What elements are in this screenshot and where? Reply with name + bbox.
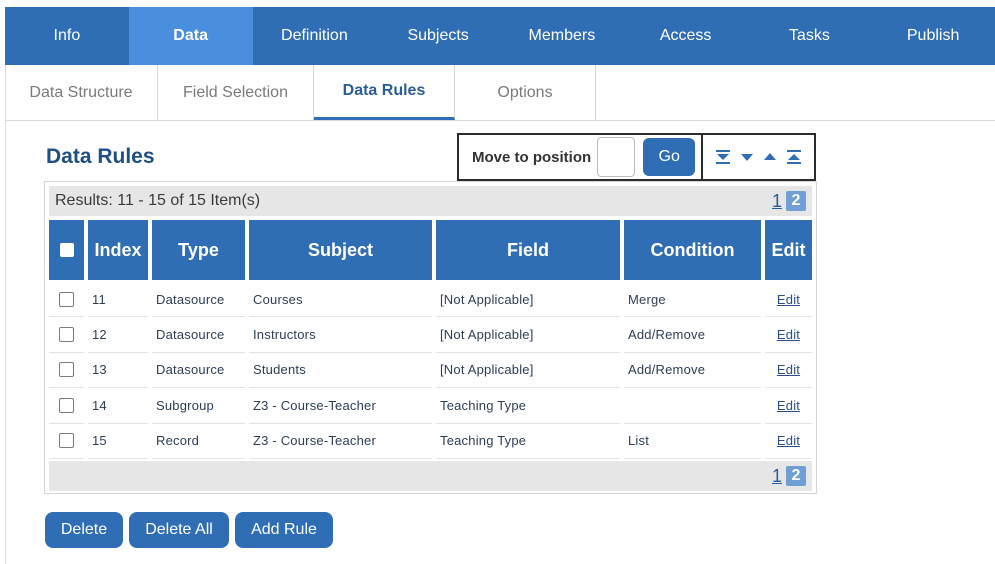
cell-subject: Z3 - Course-Teacher <box>249 388 432 424</box>
column-header-index[interactable]: Index <box>88 220 148 280</box>
reorder-controls <box>701 133 816 181</box>
cell-condition: Merge <box>624 282 761 318</box>
tab-subjects[interactable]: Subjects <box>376 7 500 65</box>
edit-link[interactable]: Edit <box>777 362 800 377</box>
position-input[interactable] <box>597 137 636 177</box>
cell-type: Datasource <box>152 353 245 389</box>
tab-info[interactable]: Info <box>5 7 129 65</box>
cell-index: 11 <box>88 282 148 318</box>
table-row: 15 Record Z3 - Course-Teacher Teaching T… <box>49 424 812 459</box>
cell-edit: Edit <box>765 388 812 424</box>
edit-link[interactable]: Edit <box>777 433 800 448</box>
delete-button[interactable]: Delete <box>45 512 123 548</box>
move-to-top-icon[interactable] <box>786 149 802 165</box>
cell-field: [Not Applicable] <box>436 317 620 353</box>
row-select-cell <box>49 317 84 353</box>
page-2-current[interactable]: 2 <box>786 191 806 211</box>
row-select-cell <box>49 353 84 389</box>
column-header-condition[interactable]: Condition <box>624 220 761 280</box>
subtab-field-selection[interactable]: Field Selection <box>158 65 314 120</box>
subtab-data-structure[interactable]: Data Structure <box>5 65 158 120</box>
cell-type: Record <box>152 424 245 459</box>
page-1-link[interactable]: 1 <box>772 191 782 212</box>
rules-table-panel: Results: 11 - 15 of 15 Item(s) 1 2 Index… <box>44 181 817 494</box>
cell-edit: Edit <box>765 353 812 389</box>
pager-top: 1 2 <box>772 191 806 212</box>
cell-edit: Edit <box>765 424 812 459</box>
row-select-cell <box>49 388 84 424</box>
cell-edit: Edit <box>765 282 812 318</box>
table-header: Index Type Subject Field Condition Edit <box>49 220 812 280</box>
cell-condition: List <box>624 424 761 459</box>
cell-type: Datasource <box>152 282 245 318</box>
row-select-cell <box>49 282 84 318</box>
edit-link[interactable]: Edit <box>777 398 800 413</box>
tab-tasks[interactable]: Tasks <box>748 7 872 65</box>
pager-bar-bottom: 1 2 <box>49 461 812 491</box>
select-all-checkbox[interactable] <box>59 243 74 257</box>
page-title: Data Rules <box>46 145 155 168</box>
tab-data[interactable]: Data <box>128 7 253 65</box>
page-1-link[interactable]: 1 <box>772 466 782 487</box>
delete-all-button[interactable]: Delete All <box>129 512 229 548</box>
cell-index: 13 <box>88 353 148 389</box>
results-count: Results: 11 - 15 of 15 Item(s) <box>55 192 261 209</box>
top-nav: Info Data Definition Subjects Members Ac… <box>5 7 995 65</box>
column-header-type[interactable]: Type <box>152 220 245 280</box>
row-checkbox[interactable] <box>59 397 74 413</box>
cell-index: 15 <box>88 424 148 459</box>
row-select-cell <box>49 424 84 459</box>
cell-field: [Not Applicable] <box>436 282 620 318</box>
cell-field: Teaching Type <box>436 388 620 424</box>
move-to-position-label: Move to position <box>472 148 592 166</box>
pager-bottom: 1 2 <box>772 466 806 487</box>
tab-publish[interactable]: Publish <box>871 7 995 65</box>
move-up-icon[interactable] <box>762 149 778 165</box>
cell-condition <box>624 388 761 424</box>
cell-field: [Not Applicable] <box>436 353 620 389</box>
cell-type: Datasource <box>152 317 245 353</box>
add-rule-button[interactable]: Add Rule <box>235 512 333 548</box>
move-to-position-panel: Move to position Go <box>457 133 703 181</box>
cell-condition: Add/Remove <box>624 317 761 353</box>
cell-index: 12 <box>88 317 148 353</box>
table-row: 12 Datasource Instructors [Not Applicabl… <box>49 317 812 353</box>
cell-subject: Courses <box>249 282 432 318</box>
edit-link[interactable]: Edit <box>777 327 800 342</box>
table-body: 11 Datasource Courses [Not Applicable] M… <box>49 282 812 459</box>
subtab-data-rules[interactable]: Data Rules <box>314 65 455 120</box>
cell-subject: Instructors <box>249 317 432 353</box>
cell-field: Teaching Type <box>436 424 620 459</box>
move-to-bottom-icon[interactable] <box>715 149 731 165</box>
row-checkbox[interactable] <box>59 362 74 378</box>
column-header-edit: Edit <box>765 220 812 280</box>
tab-access[interactable]: Access <box>624 7 748 65</box>
sub-tabs: Data Structure Field Selection Data Rule… <box>5 65 995 121</box>
row-checkbox[interactable] <box>59 291 74 307</box>
select-all-header[interactable] <box>49 220 84 280</box>
cell-subject: Z3 - Course-Teacher <box>249 424 432 459</box>
table-row: 13 Datasource Students [Not Applicable] … <box>49 353 812 389</box>
results-bar: Results: 11 - 15 of 15 Item(s) 1 2 <box>49 186 812 216</box>
column-header-subject[interactable]: Subject <box>249 220 432 280</box>
row-checkbox[interactable] <box>59 433 74 449</box>
move-down-icon[interactable] <box>739 149 755 165</box>
column-header-field[interactable]: Field <box>436 220 620 280</box>
cell-type: Subgroup <box>152 388 245 424</box>
go-button[interactable]: Go <box>643 138 696 176</box>
row-checkbox[interactable] <box>59 327 74 343</box>
tab-members[interactable]: Members <box>500 7 624 65</box>
table-row: 14 Subgroup Z3 - Course-Teacher Teaching… <box>49 388 812 424</box>
cell-subject: Students <box>249 353 432 389</box>
cell-index: 14 <box>88 388 148 424</box>
subtab-options[interactable]: Options <box>455 65 596 120</box>
tab-definition[interactable]: Definition <box>253 7 377 65</box>
cell-condition: Add/Remove <box>624 353 761 389</box>
table-row: 11 Datasource Courses [Not Applicable] M… <box>49 282 812 318</box>
cell-edit: Edit <box>765 317 812 353</box>
edit-link[interactable]: Edit <box>777 292 800 307</box>
page-2-current[interactable]: 2 <box>786 466 806 486</box>
